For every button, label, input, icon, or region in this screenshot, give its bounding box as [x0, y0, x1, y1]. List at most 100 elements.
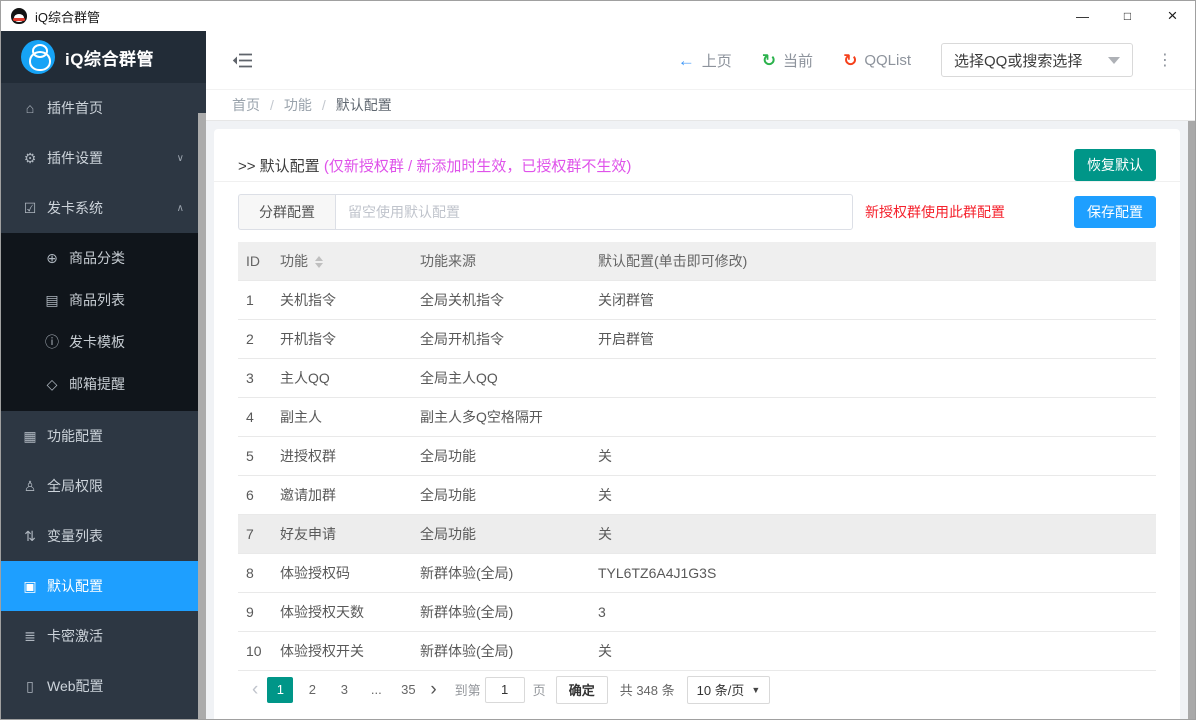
next-page-icon[interactable]: ›: [424, 680, 442, 699]
page-number-2[interactable]: 2: [299, 677, 325, 703]
window-controls: — □ ×: [1060, 1, 1195, 31]
sidebar-submenu: ⊕商品分类▤商品列表ⓘ发卡模板◇邮箱提醒: [1, 233, 198, 411]
row-source: 全局功能: [420, 475, 598, 514]
confirm-page-button[interactable]: 确定: [556, 676, 608, 704]
column-header-func[interactable]: 功能: [280, 242, 420, 280]
group-config-input[interactable]: [335, 194, 853, 230]
column-header-id: ID: [238, 242, 280, 280]
collapse-sidebar-icon: [232, 52, 253, 69]
sidebar-scrollbar[interactable]: [198, 113, 206, 719]
sidebar-item-6[interactable]: ◇邮箱提醒: [1, 363, 198, 405]
row-value[interactable]: 关: [598, 475, 1156, 514]
row-id: 3: [238, 358, 280, 397]
save-config-button[interactable]: 保存配置: [1074, 196, 1156, 228]
info-icon: ⓘ: [43, 332, 61, 352]
qq-select-dropdown[interactable]: 选择QQ或搜索选择: [941, 43, 1133, 77]
divider: [214, 181, 1180, 182]
row-value[interactable]: 关: [598, 436, 1156, 475]
row-id: 8: [238, 553, 280, 592]
row-id: 1: [238, 280, 280, 319]
table-row[interactable]: 9体验授权天数新群体验(全局)3: [238, 592, 1156, 631]
refresh-qqlist-button[interactable]: ↻ QQList: [843, 52, 911, 69]
sidebar-item-1[interactable]: ⚙插件设置∨: [1, 133, 198, 183]
row-value[interactable]: 关: [598, 514, 1156, 553]
table-body: 1关机指令全局关机指令关闭群管2开机指令全局开机指令开启群管3主人QQ全局主人Q…: [238, 280, 1156, 670]
goto-page-input[interactable]: [485, 677, 525, 703]
table-row[interactable]: 10体验授权开关新群体验(全局)关: [238, 631, 1156, 670]
tablet-icon: ▯: [21, 678, 39, 695]
page-title: >> 默认配置 (仅新授权群 / 新添加时生效，已授权群不生效): [238, 155, 631, 176]
breadcrumb-section[interactable]: 功能: [284, 95, 312, 115]
row-value[interactable]: [598, 358, 1156, 397]
sidebar-item-0[interactable]: ⌂插件首页: [1, 83, 198, 133]
row-source: 全局功能: [420, 436, 598, 475]
sidebar-item-12[interactable]: ▯ Web配置: [1, 661, 198, 711]
breadcrumb-home[interactable]: 首页: [232, 95, 260, 115]
table-row[interactable]: 4副主人副主人多Q空格隔开: [238, 397, 1156, 436]
breadcrumb-current: 默认配置: [336, 95, 392, 115]
page-number-3[interactable]: 3: [331, 677, 357, 703]
back-page-button[interactable]: ← 上页: [678, 50, 732, 71]
group-config-label: 分群配置: [238, 194, 335, 230]
sidebar-item-8[interactable]: ♙全局权限: [1, 461, 198, 511]
back-page-label: 上页: [702, 50, 732, 71]
page-size-caret-icon: ▼: [751, 685, 760, 695]
row-source: 新群体验(全局): [420, 553, 598, 592]
more-menu-button[interactable]: ⋮: [1151, 50, 1179, 70]
close-button[interactable]: ×: [1150, 1, 1195, 31]
back-arrow-icon: ←: [678, 52, 695, 69]
sidebar-item-7[interactable]: ▦功能配置: [1, 411, 198, 461]
restore-default-button[interactable]: 恢复默认: [1074, 149, 1156, 181]
collapse-sidebar-button[interactable]: [232, 52, 253, 69]
sort-icon[interactable]: [315, 256, 323, 268]
table-row[interactable]: 6邀请加群全局功能关: [238, 475, 1156, 514]
sidebar-item-11[interactable]: ≣卡密激活: [1, 611, 198, 661]
list-icon: ▤: [43, 292, 61, 309]
row-source: 全局关机指令: [420, 280, 598, 319]
row-value[interactable]: 关闭群管: [598, 280, 1156, 319]
group-config-note: 新授权群使用此群配置: [865, 202, 1005, 222]
row-source: 新群体验(全局): [420, 631, 598, 670]
row-func: 开机指令: [280, 319, 420, 358]
sidebar-item-label: Web配置: [47, 676, 104, 696]
user-icon: ♙: [21, 478, 39, 495]
row-value[interactable]: [598, 397, 1156, 436]
page-number-35[interactable]: 35: [395, 677, 421, 703]
toolbar-right: ← 上页 ↻ 当前 ↻ QQList 选择QQ或搜索选择 ⋮: [678, 43, 1179, 77]
window-scrollbar[interactable]: [1188, 121, 1195, 719]
sidebar-item-4[interactable]: ▤商品列表: [1, 279, 198, 321]
row-value[interactable]: TYL6TZ6A4J1G3S: [598, 553, 1156, 592]
sidebar-item-label: 默认配置: [47, 576, 103, 596]
page-size-select[interactable]: 10 条/页 ▼: [687, 676, 771, 704]
row-value[interactable]: 开启群管: [598, 319, 1156, 358]
row-value[interactable]: 关: [598, 631, 1156, 670]
table-row[interactable]: 1关机指令全局关机指令关闭群管: [238, 280, 1156, 319]
table-row[interactable]: 2开机指令全局开机指令开启群管: [238, 319, 1156, 358]
row-id: 6: [238, 475, 280, 514]
sidebar-item-5[interactable]: ⓘ发卡模板: [1, 321, 198, 363]
page-word: 页: [533, 680, 546, 699]
refresh-current-button[interactable]: ↻ 当前: [762, 50, 813, 71]
chevron-down-icon: [1108, 57, 1120, 64]
top-toolbar: ← 上页 ↻ 当前 ↻ QQList 选择QQ或搜索选择 ⋮: [206, 31, 1195, 89]
row-source: 新群体验(全局): [420, 592, 598, 631]
table-row[interactable]: 3主人QQ全局主人QQ: [238, 358, 1156, 397]
maximize-button[interactable]: □: [1105, 1, 1150, 31]
sidebar-item-9[interactable]: ⇅变量列表: [1, 511, 198, 561]
table-row[interactable]: 5进授权群全局功能关: [238, 436, 1156, 475]
prev-page-icon[interactable]: ‹: [246, 680, 264, 699]
sidebar-item-2[interactable]: ☑发卡系统∧: [1, 183, 198, 233]
row-func: 关机指令: [280, 280, 420, 319]
row-value[interactable]: 3: [598, 592, 1156, 631]
gear-icon: ⚙: [21, 150, 39, 167]
page-size-value: 10 条/页: [697, 680, 745, 699]
page-number-1[interactable]: 1: [267, 677, 293, 703]
qq-select-value: 选择QQ或搜索选择: [954, 50, 1082, 71]
table-row[interactable]: 8体验授权码新群体验(全局)TYL6TZ6A4J1G3S: [238, 553, 1156, 592]
minimize-icon: —: [1076, 9, 1089, 24]
minimize-button[interactable]: —: [1060, 1, 1105, 31]
sidebar-item-3[interactable]: ⊕商品分类: [1, 237, 198, 279]
group-config-row: 分群配置 新授权群使用此群配置 保存配置: [238, 194, 1156, 230]
sidebar-item-10[interactable]: ▣默认配置: [1, 561, 198, 611]
table-row[interactable]: 7好友申请全局功能关: [238, 514, 1156, 553]
